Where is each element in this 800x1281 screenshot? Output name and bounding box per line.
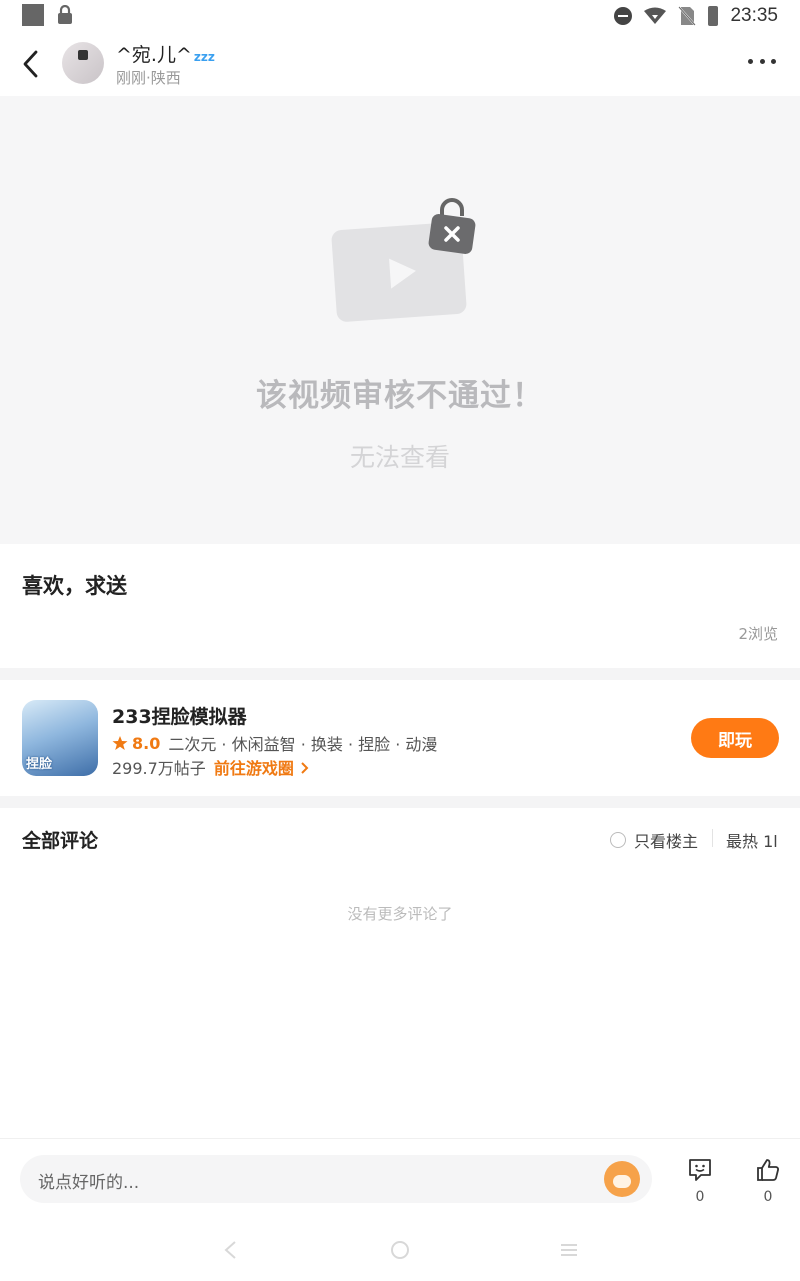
wifi-icon [644, 7, 667, 24]
goto-game-circle-link[interactable]: 前往游戏圈 [214, 755, 310, 779]
comment-input[interactable]: 说点好听的... [20, 1155, 652, 1203]
sort-dropdown[interactable]: 最热 1l [726, 828, 800, 852]
comment-input-placeholder: 说点好听的... [38, 1173, 140, 1193]
username-text: ^宛.儿^ [116, 44, 192, 66]
game-icon[interactable]: 捏脸 [22, 700, 98, 776]
game-stats: 299.7万帖子 前往游戏圈 [112, 755, 309, 779]
only-op-toggle[interactable]: 只看楼主 [610, 828, 698, 852]
star-icon [112, 736, 128, 750]
system-nav-bar [0, 1231, 800, 1271]
no-more-comments: 没有更多评论了 [347, 905, 453, 923]
game-post-count: 299.7万帖子 [112, 759, 206, 778]
emoji-icon[interactable] [604, 1161, 640, 1197]
battery-icon [708, 6, 719, 26]
lock-icon [58, 5, 72, 24]
game-card[interactable]: 捏脸 233捏脸模拟器 8.0 二次元 · 休闲益智 · 换装 · 捏脸 · 动… [0, 680, 800, 796]
video-status-title: 该视频审核不通过！ [256, 378, 544, 414]
post-text: 喜欢，求送 [22, 574, 127, 598]
nav-home-icon[interactable] [389, 1239, 411, 1261]
game-icon-label: 捏脸 [26, 757, 53, 772]
video-status-subtitle: 无法查看 [349, 443, 450, 472]
no-sim-icon [678, 6, 697, 26]
comment-count: 0 [695, 1189, 705, 1205]
nav-menu-icon[interactable] [558, 1239, 580, 1261]
section-divider [0, 796, 800, 808]
comment-icon [689, 1159, 711, 1181]
like-button[interactable]: 0 [748, 1157, 788, 1205]
clock: 23:35 [730, 5, 778, 26]
do-not-disturb-icon [614, 7, 633, 25]
goto-label: 前往游戏圈 [213, 759, 294, 778]
divider [712, 829, 713, 847]
avatar[interactable] [62, 42, 104, 84]
thumbs-up-icon [757, 1159, 779, 1181]
post-header: ^宛.儿^ zzz 刚刚·陕西 [0, 36, 800, 92]
status-bar: 23:35 [0, 0, 800, 32]
view-count: 2浏览 [738, 625, 778, 643]
dot [771, 58, 776, 64]
comment-button[interactable]: 0 [680, 1157, 720, 1205]
chevron-right-icon [301, 762, 309, 774]
username[interactable]: ^宛.儿^ zzz [116, 40, 215, 67]
nav-back-icon[interactable] [220, 1239, 242, 1261]
like-count: 0 [763, 1189, 773, 1205]
dot [748, 58, 753, 64]
radio-icon[interactable] [610, 832, 626, 848]
more-options-button[interactable] [748, 56, 776, 66]
game-name[interactable]: 233捏脸模拟器 [112, 702, 247, 729]
play-now-button[interactable]: 即玩 [691, 718, 779, 758]
section-divider [0, 668, 800, 680]
dot [759, 58, 765, 64]
game-rating: 8.0 [112, 734, 160, 753]
game-tags: 二次元 · 休闲益智 · 换装 · 捏脸 · 动漫 [168, 735, 438, 754]
rating-value: 8.0 [132, 733, 161, 753]
video-player: 该视频审核不通过！ 无法查看 [0, 96, 800, 544]
app-notification-icon [22, 4, 44, 26]
post-time-location: 刚刚·陕西 [116, 69, 181, 87]
status-left [22, 4, 74, 26]
bottom-bar: 说点好听的... 0 0 [0, 1138, 800, 1281]
comments-title: 全部评论 [22, 830, 99, 852]
video-blocked-icon [331, 198, 476, 322]
only-op-label: 只看楼主 [634, 832, 699, 851]
status-right: 23:35 [614, 5, 778, 27]
back-arrow-icon[interactable] [18, 48, 46, 80]
sleep-badge-icon: zzz [193, 50, 215, 64]
game-info: 8.0 二次元 · 休闲益智 · 换装 · 捏脸 · 动漫 [112, 731, 437, 755]
